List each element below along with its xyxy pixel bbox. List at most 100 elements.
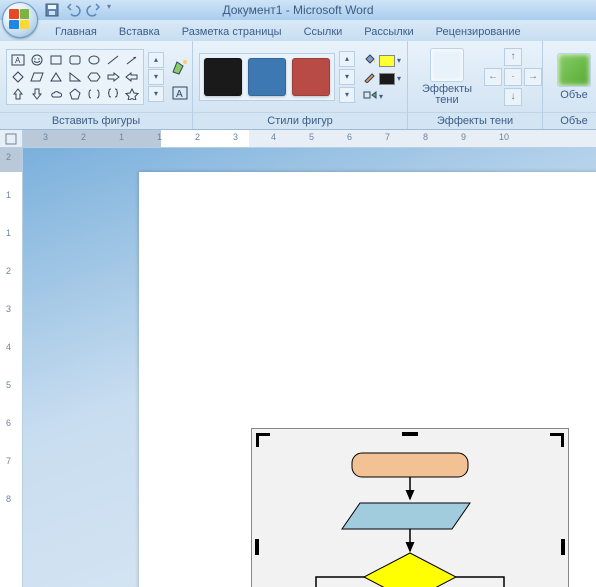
edit-shape-icon[interactable] (170, 56, 192, 78)
style-swatch-2[interactable] (248, 58, 286, 96)
shape-data[interactable] (342, 503, 470, 529)
connector-4[interactable] (454, 577, 504, 587)
shape-hexagon-icon[interactable] (85, 69, 103, 85)
svg-text:A: A (176, 89, 183, 100)
vruler-tick: 1 (6, 228, 11, 238)
group-shape-styles: ▴ ▾ ▾ ▾ ▾ ▾ Стили фигур (193, 41, 408, 129)
redo-icon[interactable] (86, 2, 102, 18)
shape-cloud-icon[interactable] (47, 86, 65, 102)
shadow-right-icon[interactable]: → (524, 68, 542, 86)
tab-review[interactable]: Рецензирование (425, 22, 532, 41)
fill-color-swatch (379, 55, 395, 67)
gallery-up-icon[interactable]: ▴ (148, 52, 164, 68)
vruler-tick: 7 (6, 456, 11, 466)
shadow-up-icon[interactable]: ↑ (504, 48, 522, 66)
shape-star-icon[interactable] (123, 86, 141, 102)
shape-bracket-icon[interactable] (85, 86, 103, 102)
shape-parallelogram-icon[interactable] (28, 69, 46, 85)
shape-textbox-icon[interactable]: A (9, 52, 27, 68)
style-swatch-3[interactable] (292, 58, 330, 96)
group-label-shape-styles: Стили фигур (193, 112, 407, 129)
qat-more-icon[interactable]: ▾ (107, 2, 123, 18)
tab-insert[interactable]: Вставка (108, 22, 171, 41)
office-button[interactable] (2, 2, 38, 38)
style-swatch-1[interactable] (204, 58, 242, 96)
horizontal-ruler[interactable]: 32112345678910 (23, 130, 596, 148)
hruler-tick: 3 (43, 132, 48, 142)
hruler-tick: 1 (157, 132, 162, 142)
gallery-more-icon[interactable]: ▾ (148, 86, 164, 102)
shape-up-arrow-icon[interactable] (9, 86, 27, 102)
quick-access-toolbar: ▾ (44, 2, 123, 18)
tab-page-layout[interactable]: Разметка страницы (171, 22, 293, 41)
style-up-icon[interactable]: ▴ (339, 51, 355, 67)
drawing-canvas[interactable] (251, 428, 569, 587)
group-label-shadow: Эффекты тени (408, 112, 542, 129)
shape-diamond-icon[interactable] (9, 69, 27, 85)
ribbon: A (0, 41, 596, 130)
hruler-tick: 5 (309, 132, 314, 142)
edit-shape-column: A (170, 50, 192, 104)
save-icon[interactable] (44, 2, 60, 18)
shape-outline-button[interactable]: ▾ (363, 71, 401, 86)
vruler-tick: 6 (6, 418, 11, 428)
shape-right-triangle-icon[interactable] (66, 69, 84, 85)
style-gallery[interactable] (199, 53, 335, 101)
shape-left-arrow-icon[interactable] (123, 69, 141, 85)
undo-icon[interactable] (65, 2, 81, 18)
shape-fill-button[interactable]: ▾ (363, 53, 401, 68)
tab-home[interactable]: Главная (44, 22, 108, 41)
shape-line-icon[interactable] (104, 52, 122, 68)
3d-effects-label: Объе (560, 89, 587, 101)
ribbon-tabs: Главная Вставка Разметка страницы Ссылки… (0, 20, 596, 41)
ruler-row: 32112345678910 (0, 130, 596, 148)
shadow-icon (430, 48, 464, 82)
vruler-tick: 1 (6, 190, 11, 200)
shape-decision[interactable] (364, 553, 456, 587)
shadow-nudge-pad: ↑ ← · → ↓ (480, 44, 546, 110)
3d-effects-button[interactable]: Объе (549, 49, 596, 105)
document-canvas[interactable] (23, 148, 596, 587)
shape-rounded-rect-icon[interactable] (66, 52, 84, 68)
vertical-ruler[interactable]: 2112345678 (0, 148, 23, 587)
hruler-tick: 9 (461, 132, 466, 142)
vruler-tick: 2 (6, 152, 11, 162)
tab-references[interactable]: Ссылки (293, 22, 354, 41)
shape-pentagon-icon[interactable] (66, 86, 84, 102)
hruler-tick: 2 (195, 132, 200, 142)
shape-format-column: ▾ ▾ ▾ (363, 49, 401, 104)
cube-icon (557, 53, 591, 87)
shape-right-arrow-icon[interactable] (104, 69, 122, 85)
title-bar: ▾ Документ1 - Microsoft Word (0, 0, 596, 20)
shadow-down-icon[interactable]: ↓ (504, 88, 522, 106)
ruler-corner[interactable] (0, 130, 23, 148)
workspace: 2112345678 (0, 148, 596, 587)
tab-mailings[interactable]: Рассылки (353, 22, 424, 41)
shape-rectangle-icon[interactable] (47, 52, 65, 68)
shapes-gallery[interactable]: A (6, 49, 144, 105)
shape-triangle-icon[interactable] (47, 69, 65, 85)
shadow-left-icon[interactable]: ← (484, 68, 502, 86)
vruler-tick: 4 (6, 342, 11, 352)
shadow-toggle-icon[interactable]: · (504, 68, 522, 86)
group-3d-effects: Объе Объе (543, 41, 596, 129)
vruler-tick: 5 (6, 380, 11, 390)
shape-arrow-line-icon[interactable] (123, 52, 141, 68)
shadow-effects-button[interactable]: Эффекты тени (414, 44, 480, 110)
change-shape-icon (363, 89, 377, 104)
gallery-scroll: ▴ ▾ ▾ (148, 52, 164, 102)
connector-3[interactable] (316, 577, 366, 587)
shape-process[interactable] (352, 453, 468, 477)
gallery-down-icon[interactable]: ▾ (148, 69, 164, 85)
style-more-icon[interactable]: ▾ (339, 87, 355, 103)
hruler-tick: 1 (119, 132, 124, 142)
hruler-tick: 8 (423, 132, 428, 142)
shape-down-arrow-icon[interactable] (28, 86, 46, 102)
text-box-icon[interactable]: A (170, 82, 192, 104)
shape-brace-icon[interactable] (104, 86, 122, 102)
style-down-icon[interactable]: ▾ (339, 69, 355, 85)
shape-ellipse-icon[interactable] (85, 52, 103, 68)
outline-color-swatch (379, 73, 395, 85)
shape-smiley-icon[interactable] (28, 52, 46, 68)
change-shape-button[interactable]: ▾ (363, 89, 401, 104)
